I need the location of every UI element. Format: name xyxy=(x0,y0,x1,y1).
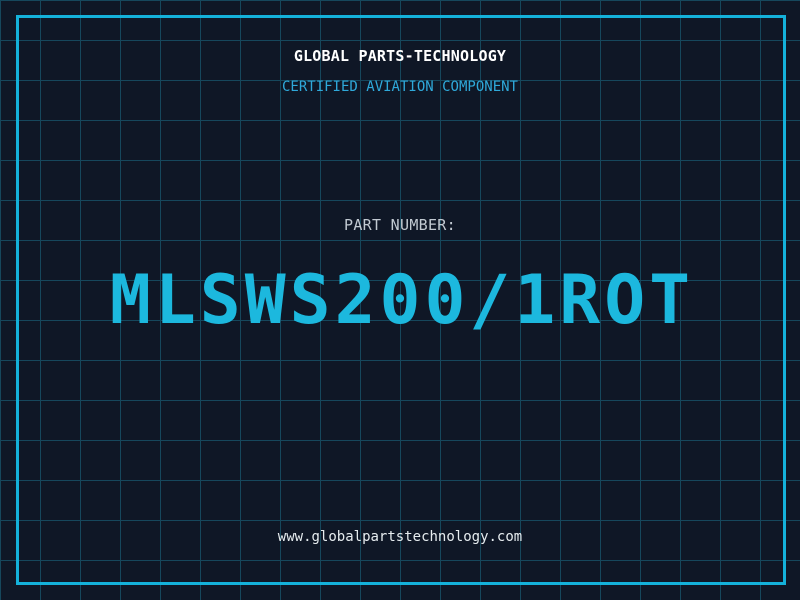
part-certificate-page: GLOBAL PARTS-TECHNOLOGY CERTIFIED AVIATI… xyxy=(0,0,800,600)
website-url: www.globalpartstechnology.com xyxy=(277,529,523,545)
part-number-label: PART NUMBER: xyxy=(344,216,456,234)
part-number-value: MLSWS200/1ROT xyxy=(109,261,695,340)
company-name-title: GLOBAL PARTS-TECHNOLOGY xyxy=(293,47,507,65)
certification-subtitle: CERTIFIED AVIATION COMPONENT xyxy=(281,79,518,95)
